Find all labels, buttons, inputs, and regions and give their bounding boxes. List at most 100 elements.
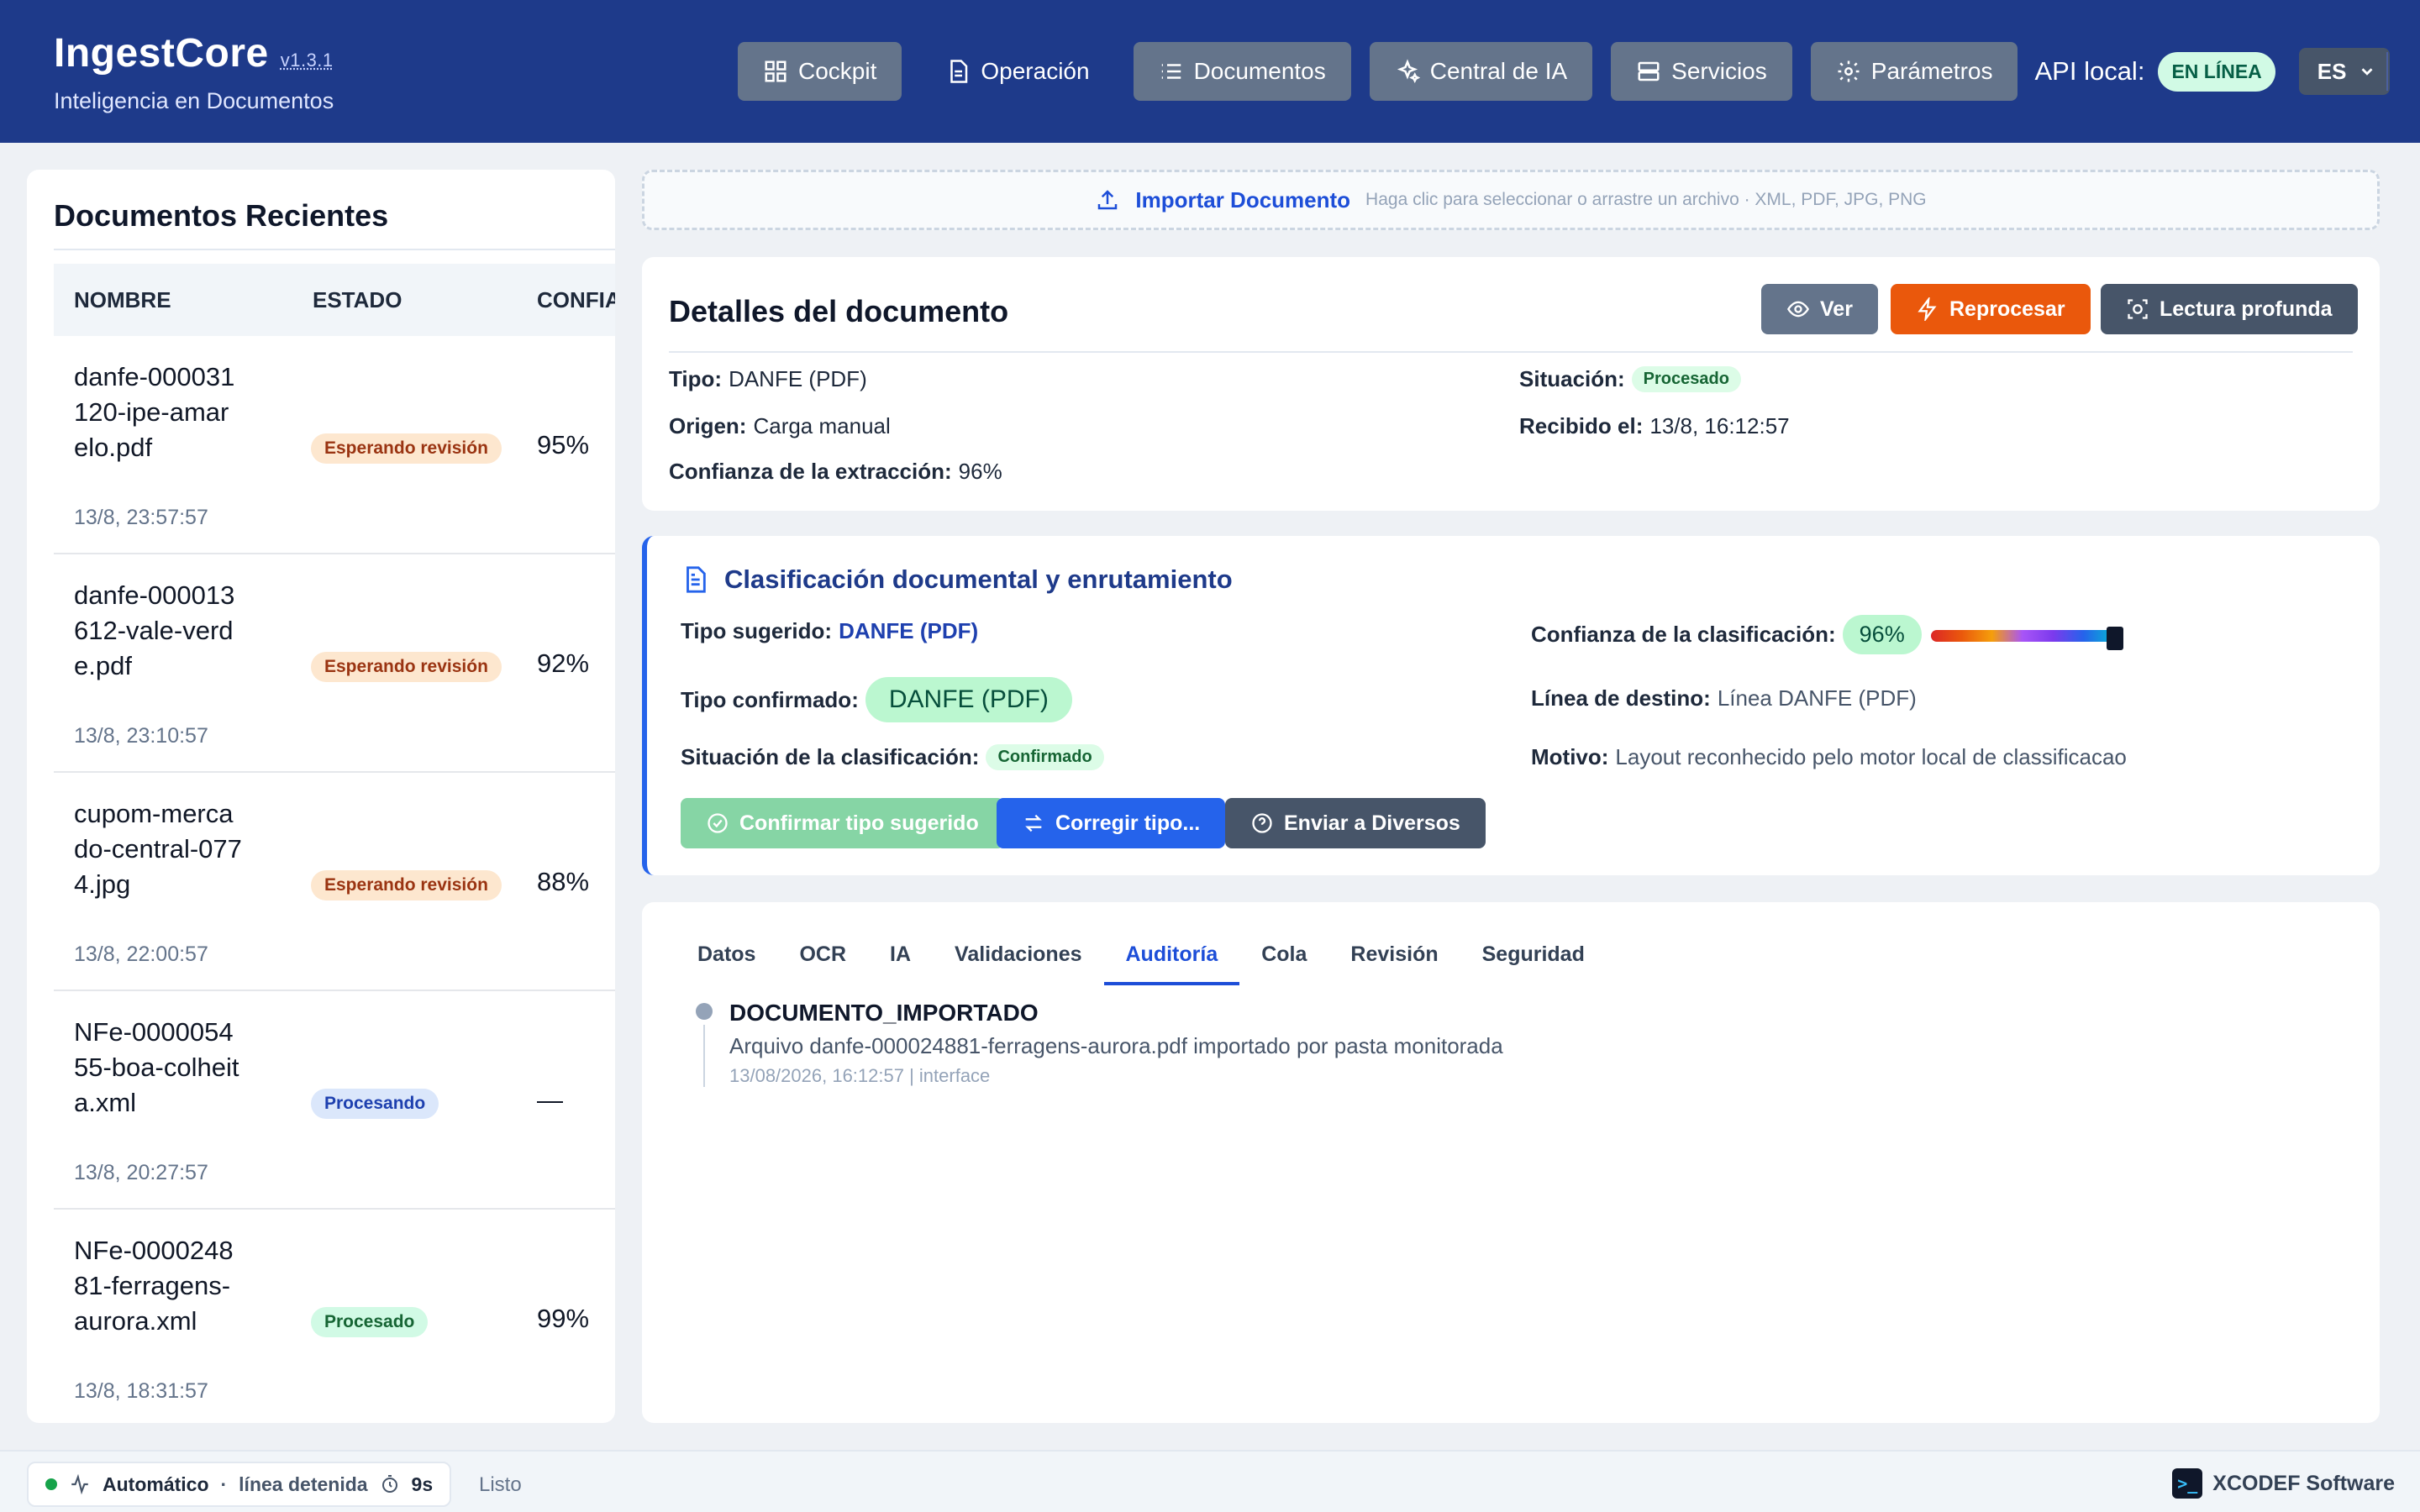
button-label: Enviar a Diversos — [1284, 811, 1460, 835]
tab-seguridad[interactable]: Seguridad — [1460, 931, 1607, 985]
field-label: Motivo: — [1531, 744, 1609, 769]
field-label: Origen: — [669, 413, 747, 438]
send-to-misc-button[interactable]: Enviar a Diversos — [1225, 798, 1486, 848]
status-badge: Procesado — [1631, 366, 1741, 392]
type-field: Tipo: DANFE (PDF) — [669, 366, 867, 392]
button-label: Corregir tipo... — [1055, 811, 1201, 835]
check-circle-icon — [708, 813, 728, 833]
field-label: Tipo sugerido: — [681, 618, 833, 643]
tab-validaciones[interactable]: Validaciones — [933, 931, 1103, 985]
tab-datos[interactable]: Datos — [676, 931, 777, 985]
document-date: 13/8, 18:31:57 — [74, 1379, 208, 1403]
table-row[interactable]: NFe-000005455-boa-colheita.xml 13/8, 20:… — [54, 991, 615, 1210]
classification-title: Clasificación documental y enrutamiento — [681, 564, 1233, 595]
classification-card: Clasificación documental y enrutamiento … — [642, 536, 2380, 875]
document-name: NFe-000005455-boa-colheita.xml — [74, 1017, 239, 1117]
brand: IngestCore v1.3.1 Inteligencia en Docume… — [54, 30, 334, 114]
received-field: Recibido el: 13/8, 16:12:57 — [1519, 413, 1790, 439]
status-bar: Automático · línea detenida 9s Listo >_ … — [0, 1450, 2420, 1512]
timer-icon — [381, 1475, 397, 1493]
field-value: DANFE (PDF) — [729, 366, 867, 391]
field-value: Línea DANFE (PDF) — [1717, 685, 1917, 711]
nav-operacion[interactable]: Operación — [920, 42, 1114, 101]
nav-label: Operación — [981, 58, 1090, 84]
column-header-name[interactable]: NOMBRE — [74, 287, 171, 313]
upload-hint: Haga clic para seleccionar o arrastre un… — [1365, 190, 1927, 209]
automation-mode: Automático — [103, 1473, 209, 1495]
tab-cola[interactable]: Cola — [1239, 931, 1328, 985]
classification-status-field: Situación de la clasificación: Confirmad… — [681, 744, 1104, 770]
suggested-type-field: Tipo sugerido: DANFE (PDF) — [681, 618, 978, 644]
upload-dropzone[interactable]: Importar Documento Haga clic para selecc… — [642, 170, 2380, 230]
field-label: Recibido el: — [1519, 413, 1644, 438]
tab-auditoria[interactable]: Auditoría — [1103, 931, 1240, 985]
document-name: danfe-000031120-ipe-amarelo.pdf — [74, 362, 235, 462]
api-online-badge: EN LÍNEA — [2158, 51, 2275, 92]
button-label: Ver — [1820, 297, 1853, 321]
upload-label: Importar Documento — [1135, 186, 1351, 213]
nav-documentos[interactable]: Documentos — [1133, 42, 1351, 101]
reprocess-button[interactable]: Reprocesar — [1891, 284, 2091, 334]
status-badge: Confirmado — [986, 744, 1104, 770]
document-name: cupom-mercado-central-0774.jpg — [74, 799, 242, 899]
table-header: NOMBRE ESTADO CONFIA — [54, 264, 615, 336]
eye-icon — [1786, 301, 1810, 318]
suggested-type-value: DANFE (PDF) — [839, 618, 979, 643]
field-value: Carga manual — [753, 413, 891, 438]
document-date: 13/8, 20:27:57 — [74, 1161, 208, 1184]
button-label: Reprocesar — [1949, 297, 2065, 321]
table-row[interactable]: danfe-000013612-vale-verde.pdf 13/8, 23:… — [54, 554, 615, 773]
nav-parametros[interactable]: Parámetros — [1810, 42, 2018, 101]
language-value: ES — [2317, 58, 2347, 84]
field-label: Línea de destino: — [1531, 685, 1711, 711]
ready-status: Listo — [479, 1473, 522, 1496]
status-badge: Esperando revisión — [311, 652, 502, 682]
destination-line-field: Línea de destino: Línea DANFE (PDF) — [1531, 685, 1917, 711]
status-badge: Esperando revisión — [311, 433, 502, 464]
button-label: Confirmar tipo sugerido — [739, 811, 979, 835]
lightning-icon — [1918, 297, 1937, 321]
panel-title: Documentos Recientes — [54, 198, 389, 233]
nav-servicios[interactable]: Servicios — [1611, 42, 1792, 101]
confidence-value: 92% — [537, 648, 590, 678]
nav-label: Servicios — [1671, 58, 1767, 84]
language-select[interactable]: ES — [2298, 48, 2390, 95]
header-divider — [2386, 52, 2388, 91]
tab-ia[interactable]: IA — [868, 931, 933, 985]
timeline-line — [703, 1025, 705, 1087]
field-label: Confianza de la extracción: — [669, 459, 952, 484]
column-header-confidence[interactable]: CONFIA — [537, 287, 615, 313]
field-label: Situación: — [1519, 366, 1625, 391]
main-nav: Cockpit Operación Documentos Central de … — [738, 42, 2390, 101]
nav-cockpit[interactable]: Cockpit — [738, 42, 902, 101]
timeline-dot — [696, 1003, 713, 1020]
table-row[interactable]: danfe-000031120-ipe-amarelo.pdf 13/8, 23… — [54, 336, 615, 554]
vendor-brand: >_ XCODEF Software — [2172, 1468, 2395, 1499]
upload-icon — [1098, 190, 1118, 210]
tab-ocr[interactable]: OCR — [777, 931, 868, 985]
server-icon — [1638, 61, 1660, 81]
table-row[interactable]: NFe-000024881-ferragens-aurora.xml 13/8,… — [54, 1210, 615, 1403]
timer-value: 9s — [411, 1473, 434, 1495]
audit-event-meta: 13/08/2026, 16:12:57 | interface — [729, 1065, 991, 1086]
table-row[interactable]: cupom-mercado-central-0774.jpg 13/8, 22:… — [54, 773, 615, 991]
view-button[interactable]: Ver — [1761, 284, 1878, 334]
automation-status[interactable]: Automático · línea detenida 9s — [27, 1462, 452, 1507]
api-status: API local: EN LÍNEA — [2034, 51, 2275, 92]
audit-event-title: DOCUMENTO_IMPORTADO — [729, 1000, 1039, 1026]
confidence-bar — [1931, 630, 2114, 642]
correct-type-button[interactable]: Corregir tipo... — [997, 798, 1226, 848]
confidence-badge: 96% — [1842, 615, 1922, 654]
separator-dot: · — [220, 1473, 228, 1495]
brand-title: IngestCore — [54, 31, 269, 76]
chevron-down-icon — [2361, 68, 2373, 76]
vendor-name: XCODEF Software — [2212, 1471, 2395, 1495]
field-value: 96% — [958, 459, 1002, 484]
tab-revision[interactable]: Revisión — [1328, 931, 1460, 985]
nav-central-ia[interactable]: Central de IA — [1369, 42, 1593, 101]
column-header-status[interactable]: ESTADO — [313, 287, 402, 313]
brand-subtitle: Inteligencia en Documentos — [54, 88, 334, 113]
deep-read-button[interactable]: Lectura profunda — [2101, 284, 2358, 334]
confirm-suggested-type-button[interactable]: Confirmar tipo sugerido — [681, 798, 1004, 848]
details-title: Detalles del documento — [669, 294, 1009, 328]
